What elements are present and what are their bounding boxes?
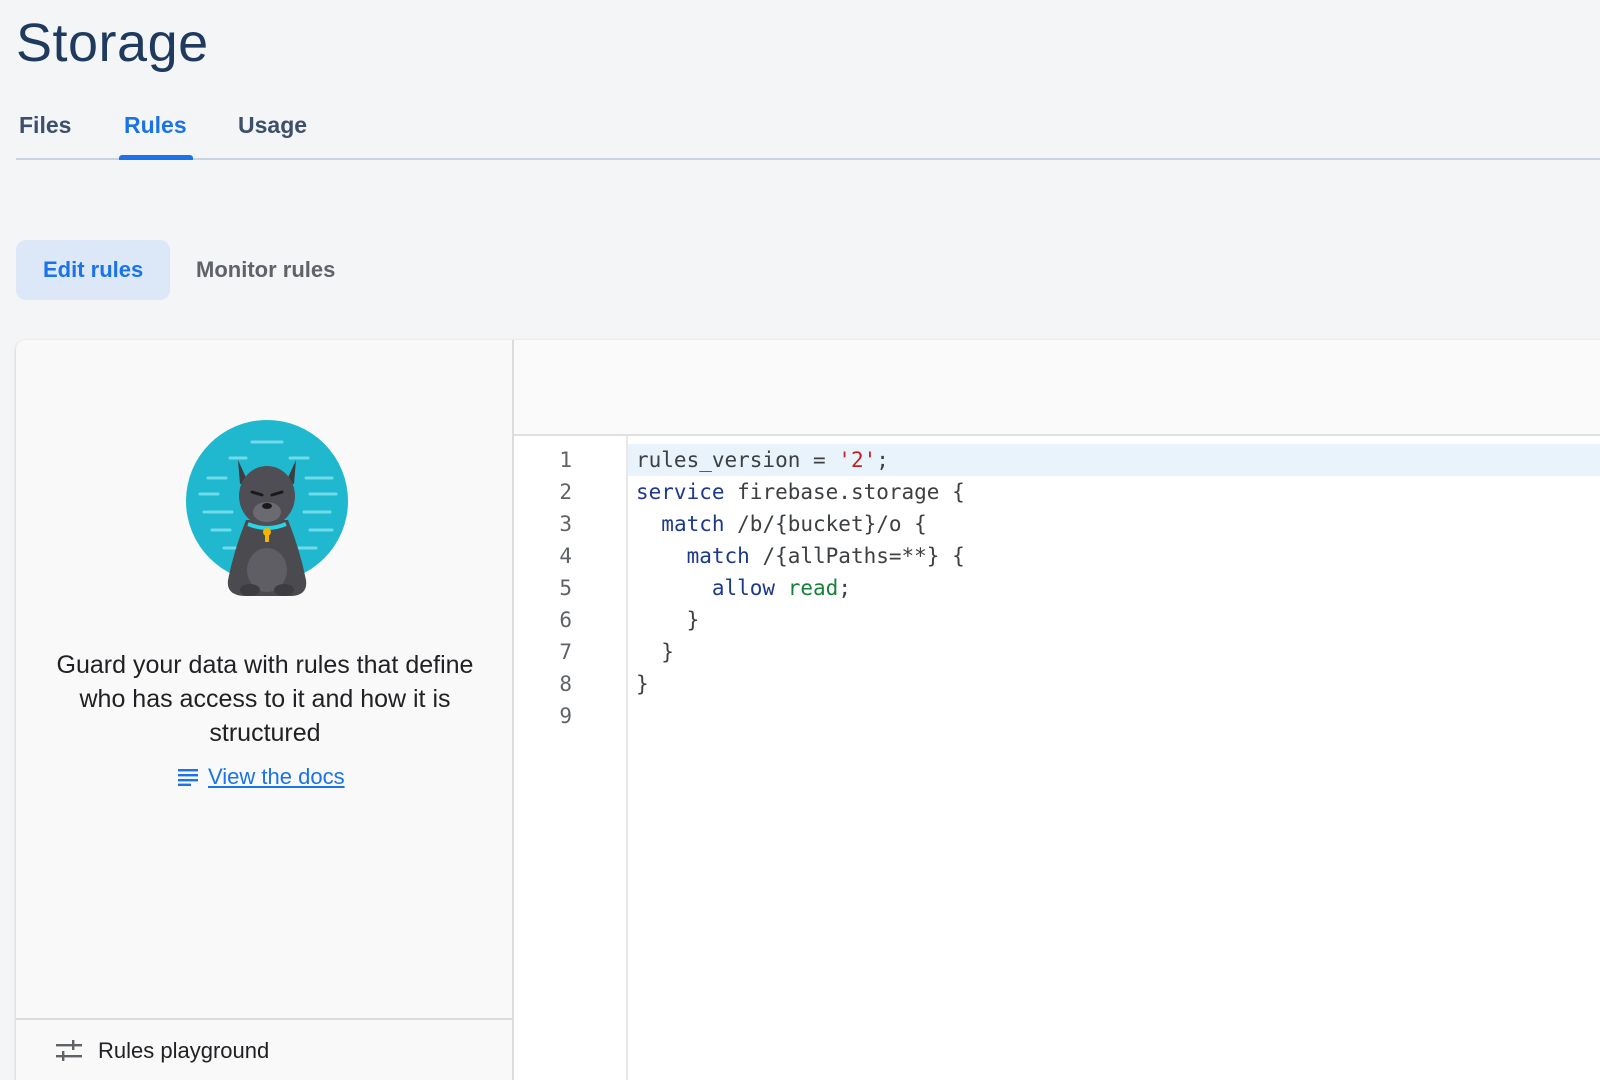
rules-description: Guard your data with rules that define w… bbox=[56, 651, 474, 747]
code-line[interactable]: match /{allPaths=**} { bbox=[628, 540, 1600, 572]
rules-editor-card: Guard your data with rules that define w… bbox=[16, 340, 1600, 1080]
code-token: firebase.storage { bbox=[724, 480, 965, 504]
code-line[interactable]: allow read; bbox=[628, 572, 1600, 604]
line-number: 1 bbox=[559, 448, 572, 472]
code-token: allow bbox=[711, 576, 776, 600]
line-number: 5 bbox=[559, 576, 572, 600]
code-line[interactable]: } bbox=[628, 604, 1600, 636]
page-title: Storage bbox=[16, 13, 209, 73]
code-token: match bbox=[686, 544, 750, 568]
code-token: service bbox=[636, 480, 725, 504]
tab-files[interactable]: Files bbox=[19, 100, 71, 158]
line-number: 4 bbox=[559, 544, 572, 568]
rules-playground-label: Rules playground bbox=[98, 1038, 270, 1063]
code-line[interactable]: } bbox=[628, 636, 1600, 668]
line-number: 9 bbox=[559, 704, 572, 728]
code-token: } bbox=[636, 672, 649, 696]
line-number-gutter: 1 2 3 4 5 6 7 8 9 bbox=[514, 436, 628, 1080]
tab-bar: Files Rules Usage bbox=[16, 100, 1600, 160]
guard-dog-illustration bbox=[186, 420, 348, 596]
tab-rules[interactable]: Rules bbox=[119, 100, 193, 160]
code-token: /b/{bucket}/o { bbox=[724, 512, 927, 536]
tune-icon bbox=[56, 1040, 82, 1061]
code-token: '2' bbox=[838, 448, 877, 472]
code-token: match bbox=[661, 512, 725, 536]
active-tab-indicator bbox=[119, 155, 193, 160]
monitor-rules-button[interactable]: Monitor rules bbox=[196, 240, 335, 300]
line-number: 3 bbox=[559, 512, 572, 536]
rules-info-panel: Guard your data with rules that define w… bbox=[16, 340, 514, 1080]
code-token: } bbox=[636, 608, 700, 632]
code-token: rules_version = bbox=[636, 448, 839, 472]
code-token: ; bbox=[876, 448, 889, 472]
code-token: read bbox=[787, 576, 839, 600]
code-token: /{allPaths=**} { bbox=[749, 544, 965, 568]
edit-rules-button[interactable]: Edit rules bbox=[16, 240, 171, 300]
code-editor[interactable]: rules_version = '2'; service firebase.sto… bbox=[628, 436, 1600, 1080]
code-line[interactable]: } bbox=[628, 668, 1600, 700]
code-line[interactable]: match /b/{bucket}/o { bbox=[628, 508, 1600, 540]
line-number: 6 bbox=[559, 608, 572, 632]
rules-playground-section[interactable]: Rules playground bbox=[16, 1018, 512, 1080]
view-docs-link[interactable]: View the docs bbox=[178, 762, 345, 792]
code-line[interactable]: service firebase.storage { bbox=[628, 476, 1600, 508]
view-docs-label: View the docs bbox=[208, 764, 345, 789]
line-number: 8 bbox=[559, 672, 572, 696]
docs-icon bbox=[178, 769, 198, 786]
line-number: 2 bbox=[559, 480, 572, 504]
line-number: 7 bbox=[559, 640, 572, 664]
tab-usage[interactable]: Usage bbox=[238, 100, 307, 158]
code-line[interactable]: rules_version = '2'; bbox=[628, 444, 1600, 476]
code-token: } bbox=[636, 640, 674, 664]
editor-toolbar bbox=[514, 340, 1600, 436]
tab-rules-label: Rules bbox=[124, 112, 187, 138]
code-token: ; bbox=[838, 576, 851, 600]
code-line[interactable] bbox=[628, 700, 1600, 732]
